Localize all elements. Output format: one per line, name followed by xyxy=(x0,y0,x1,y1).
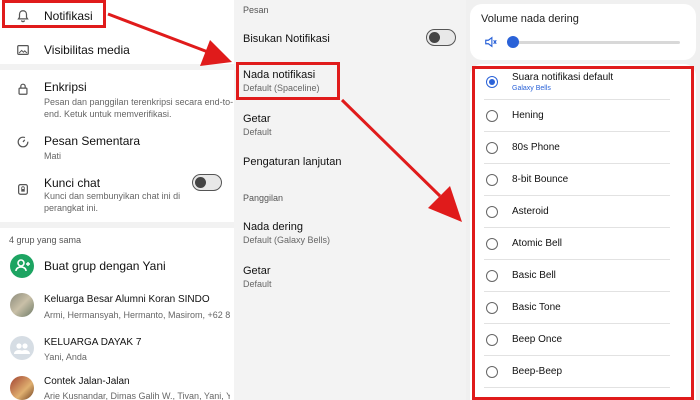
vibrate-message-row[interactable]: Getar Default xyxy=(234,110,466,142)
media-visibility-label: Visibilitas media xyxy=(44,43,130,57)
volume-card: Volume nada dering xyxy=(470,4,696,60)
sound-option-label: Basic Tone xyxy=(512,302,561,313)
vibrate-call-row[interactable]: Getar Default xyxy=(234,260,466,292)
volume-mute-icon xyxy=(485,36,497,48)
sound-option[interactable]: Basic Tone xyxy=(484,292,670,324)
group-members: Arie Kusnandar, Dimas Galih W., Tivan, Y… xyxy=(44,391,230,400)
group-list-item[interactable]: Contek Jalan-Jalan Arie Kusnandar, Dimas… xyxy=(0,372,234,400)
encryption-row[interactable]: Enkripsi Pesan dan panggilan terenkripsi… xyxy=(0,72,234,124)
volume-label: Volume nada dering xyxy=(481,13,579,25)
sound-option-sub: Galaxy Bells xyxy=(512,85,551,92)
group-add-icon xyxy=(10,254,34,278)
notifications-label: Notifikasi xyxy=(44,9,93,23)
sound-option-label: Hening xyxy=(512,110,544,121)
sound-option-label: Beep-Beep xyxy=(512,366,563,377)
radio-button[interactable] xyxy=(486,302,498,314)
radio-button[interactable] xyxy=(486,206,498,218)
mute-notifications-toggle[interactable] xyxy=(426,29,456,46)
sound-option-label: 80s Phone xyxy=(512,142,560,153)
vibrate-call-value: Default xyxy=(243,279,272,289)
group-avatar xyxy=(10,376,34,400)
chat-lock-icon xyxy=(18,184,28,195)
sound-option-label: Asteroid xyxy=(512,206,549,217)
chat-lock-row: Kunci chat Kunci dan sembunyikan chat in… xyxy=(0,170,234,220)
sound-option[interactable]: Basic Bell xyxy=(484,260,670,292)
group-list-item[interactable]: KELUARGA DAYAK 7 Yani, Anda xyxy=(0,332,234,368)
chat-lock-subtitle: Kunci dan sembunyikan chat ini di perang… xyxy=(44,191,181,213)
sound-option[interactable]: Hening xyxy=(484,100,670,132)
radio-button[interactable] xyxy=(486,334,498,346)
ringtone-row[interactable]: Nada dering Default (Galaxy Bells) xyxy=(234,216,466,250)
radio-button[interactable] xyxy=(486,174,498,186)
advanced-settings-label: Pengaturan lanjutan xyxy=(243,156,342,168)
divider xyxy=(0,64,234,70)
bell-icon xyxy=(17,10,29,23)
create-group-row[interactable]: Buat grup dengan Yani xyxy=(0,252,234,282)
encryption-subtitle: Pesan dan panggilan terenkripsi secara e… xyxy=(44,97,234,119)
sound-option-default[interactable]: Suara notifikasi default Galaxy Bells xyxy=(484,66,670,100)
divider xyxy=(0,222,234,228)
group-default-avatar xyxy=(10,336,34,360)
sound-option[interactable]: Atomic Bell xyxy=(484,228,670,260)
sound-picker-panel: Volume nada dering Suara notifikasi defa… xyxy=(466,0,700,400)
notifications-row[interactable]: Notifikasi xyxy=(0,0,234,30)
radio-button[interactable] xyxy=(486,238,498,250)
sound-option[interactable]: 80s Phone xyxy=(484,132,670,164)
section-messages: Pesan xyxy=(243,5,269,15)
ringtone-value: Default (Galaxy Bells) xyxy=(243,235,331,245)
group-name: KELUARGA DAYAK 7 xyxy=(44,337,142,348)
radio-button[interactable] xyxy=(486,142,498,154)
chat-lock-title: Kunci chat xyxy=(44,176,101,190)
sound-option[interactable]: 8-bit Bounce xyxy=(484,164,670,196)
radio-selected[interactable] xyxy=(486,76,498,88)
group-avatar xyxy=(10,293,34,317)
vibrate-message-title: Getar xyxy=(243,113,271,125)
sound-list-card: Suara notifikasi default Galaxy Bells He… xyxy=(470,64,696,400)
ringtone-title: Nada dering xyxy=(243,221,303,233)
group-name: Contek Jalan-Jalan xyxy=(44,376,130,387)
vibrate-message-value: Default xyxy=(243,127,272,137)
sound-option-label: Suara notifikasi default xyxy=(512,72,614,83)
advanced-settings-row[interactable]: Pengaturan lanjutan xyxy=(234,150,466,176)
media-visibility-row[interactable]: Visibilitas media xyxy=(0,36,234,64)
notification-tone-row[interactable]: Nada notifikasi Default (Spaceline) xyxy=(234,64,466,100)
sound-option[interactable]: Asteroid xyxy=(484,196,670,228)
notification-tone-value: Default (Spaceline) xyxy=(243,83,320,93)
sound-option-label: Atomic Bell xyxy=(512,238,563,249)
sound-option-label: 8-bit Bounce xyxy=(512,174,569,185)
groups-header: 4 grup yang sama xyxy=(9,235,82,245)
chat-lock-toggle[interactable] xyxy=(192,174,222,191)
notification-tone-title: Nada notifikasi xyxy=(243,69,316,81)
radio-button[interactable] xyxy=(486,270,498,282)
disappearing-subtitle: Mati xyxy=(44,151,62,161)
group-list-item[interactable]: Keluarga Besar Alumni Koran SINDO Armi, … xyxy=(0,290,234,326)
disappearing-title: Pesan Sementara xyxy=(44,134,141,148)
image-icon xyxy=(17,45,29,55)
chat-info-panel: Notifikasi Visibilitas media Enkripsi Pe… xyxy=(0,0,234,400)
volume-slider-track[interactable] xyxy=(512,41,680,44)
encryption-title: Enkripsi xyxy=(44,80,87,94)
group-members: Yani, Anda xyxy=(44,352,87,362)
section-calls: Panggilan xyxy=(243,193,284,203)
lock-icon xyxy=(18,83,28,95)
disappearing-messages-row[interactable]: Pesan Sementara Mati xyxy=(0,128,234,164)
vibrate-call-title: Getar xyxy=(243,265,271,277)
create-group-label: Buat grup dengan Yani xyxy=(44,259,166,273)
sound-option-label: Basic Bell xyxy=(512,270,556,281)
mute-notifications-label: Bisukan Notifikasi xyxy=(243,33,330,45)
notification-settings-panel: Pesan Bisukan Notifikasi Nada notifikasi… xyxy=(234,0,466,400)
group-name: Keluarga Besar Alumni Koran SINDO xyxy=(44,294,210,305)
radio-button[interactable] xyxy=(486,110,498,122)
sound-option[interactable]: Beep Once xyxy=(484,324,670,356)
group-members: Armi, Hermansyah, Hermanto, Masirom, +62… xyxy=(44,310,230,320)
sound-option-label: Beep Once xyxy=(512,334,563,345)
radio-button[interactable] xyxy=(486,366,498,378)
mute-notifications-row[interactable]: Bisukan Notifikasi xyxy=(234,24,466,54)
volume-slider-thumb[interactable] xyxy=(507,36,519,48)
sound-option[interactable]: Beep-Beep xyxy=(484,356,670,388)
timer-icon xyxy=(17,136,29,148)
